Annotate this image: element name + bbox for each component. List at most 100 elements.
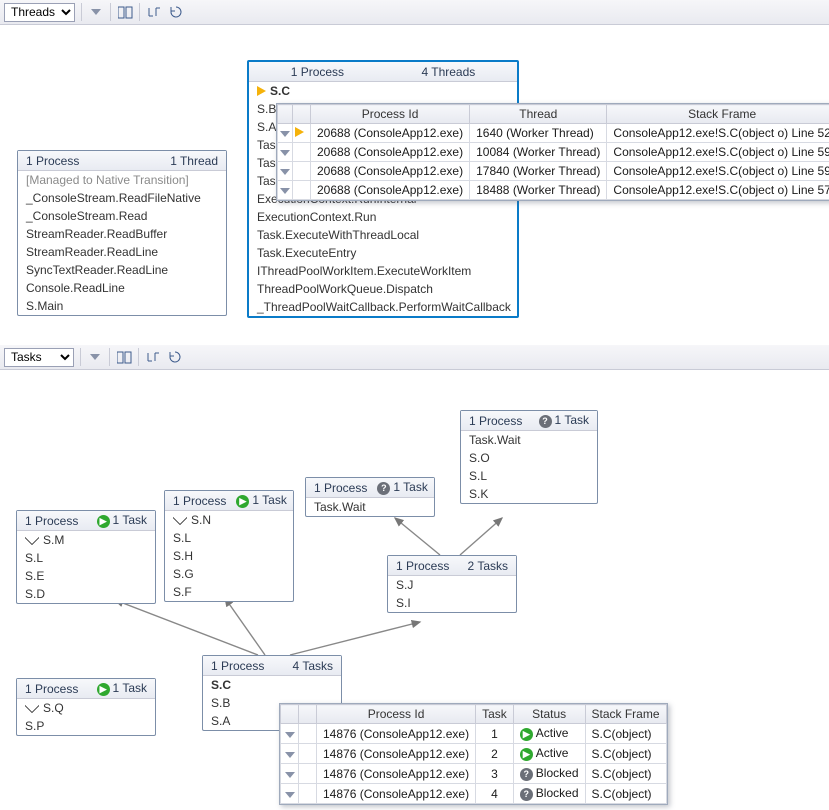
stack-box-main-thread[interactable]: 1 Process 1 Thread [Managed to Native Tr… xyxy=(17,150,227,316)
tasks-grid[interactable]: Process Id Task Status Stack Frame 14876… xyxy=(279,703,668,805)
view-mode-select[interactable]: Tasks xyxy=(4,348,74,367)
col-task[interactable]: Task xyxy=(476,705,514,724)
stack-frame-row[interactable]: _ThreadPoolWaitCallback.PerformWaitCallb… xyxy=(249,298,517,316)
cell-stack-frame: S.C(object) xyxy=(585,764,666,784)
table-row[interactable]: 14876 (ConsoleApp12.exe)2▶ActiveS.C(obje… xyxy=(281,744,667,764)
stack-frame-row[interactable]: S.L xyxy=(461,467,597,485)
filter-icon[interactable] xyxy=(280,188,290,194)
col-process-id[interactable]: Process Id xyxy=(317,705,476,724)
table-row[interactable]: 20688 (ConsoleApp12.exe)17840 (Worker Th… xyxy=(278,162,829,181)
stack-frame-row[interactable]: S.Q xyxy=(17,699,155,717)
toggle-columns-icon[interactable] xyxy=(117,4,133,20)
stack-frame-row[interactable]: S.F xyxy=(165,583,293,601)
col-stack-frame[interactable]: Stack Frame xyxy=(607,105,829,124)
status-blocked-icon: ? xyxy=(520,788,533,801)
cell-status: ?Blocked xyxy=(513,764,585,784)
stack-frame-row[interactable]: S.Main xyxy=(18,297,226,315)
stack-frame-row[interactable]: S.D xyxy=(17,585,155,603)
stack-frame-row[interactable]: S.E xyxy=(17,567,155,585)
task-box-7[interactable]: 1 Process▶1 TaskS.QS.P xyxy=(16,678,156,736)
cell-process-id: 20688 (ConsoleApp12.exe) xyxy=(311,143,470,162)
task-box-3[interactable]: 1 Process?1 TaskTask.Wait xyxy=(305,477,435,517)
expand-icon[interactable] xyxy=(146,4,162,20)
thread-count-label: 1 Thread xyxy=(170,154,218,168)
cell-process-id: 20688 (ConsoleApp12.exe) xyxy=(311,124,470,143)
proc-label: 1 Process xyxy=(469,414,522,428)
stack-frame-row[interactable]: [Managed to Native Transition] xyxy=(18,171,226,189)
stack-frame-row[interactable]: S.H xyxy=(165,547,293,565)
table-row[interactable]: 14876 (ConsoleApp12.exe)1▶ActiveS.C(obje… xyxy=(281,724,667,744)
stack-frame-row[interactable]: Console.ReadLine xyxy=(18,279,226,297)
view-mode-select[interactable]: Threads xyxy=(4,3,75,22)
col-process-id[interactable]: Process Id xyxy=(311,105,470,124)
threads-canvas: 1 Process 1 Thread [Managed to Native Tr… xyxy=(0,25,829,345)
table-row[interactable]: 14876 (ConsoleApp12.exe)3?BlockedS.C(obj… xyxy=(281,764,667,784)
task-count-label: ?1 Task xyxy=(539,413,589,428)
task-box-5[interactable]: 1 Process2 TasksS.JS.I xyxy=(387,555,517,613)
col-thread[interactable]: Thread xyxy=(470,105,607,124)
stack-frame-row[interactable]: ThreadPoolWorkQueue.Dispatch xyxy=(249,280,517,298)
task-count-label: ?1 Task xyxy=(377,480,427,495)
stack-frame-row[interactable]: SyncTextReader.ReadLine xyxy=(18,261,226,279)
stack-frame-row[interactable]: S.L xyxy=(17,549,155,567)
stack-frame-row[interactable]: IThreadPoolWorkItem.ExecuteWorkItem xyxy=(249,262,517,280)
task-box-2[interactable]: 1 Process ▶1 Task S.NS.LS.HS.GS.F xyxy=(164,490,294,602)
stack-frame-row[interactable]: _ConsoleStream.ReadFileNative xyxy=(18,189,226,207)
async-icon xyxy=(25,535,39,545)
stack-frame-row[interactable]: Task.Wait xyxy=(306,498,434,516)
task-box-4[interactable]: 1 Process ?1 Task Task.WaitS.OS.LS.K xyxy=(460,410,598,504)
stack-frame-row[interactable]: S.C xyxy=(203,676,341,694)
stack-frame-row[interactable]: S.C xyxy=(249,82,517,100)
stack-frame-row[interactable]: _ConsoleStream.Read xyxy=(18,207,226,225)
cell-thread: 18488 (Worker Thread) xyxy=(470,181,607,200)
proc-label: 1 Process xyxy=(173,494,226,508)
expand-icon[interactable] xyxy=(145,349,161,365)
cell-stack-frame: S.C(object) xyxy=(585,724,666,744)
filter-icon[interactable] xyxy=(285,772,295,778)
filter-icon[interactable] xyxy=(280,150,290,156)
stack-frame-row[interactable]: S.I xyxy=(388,594,516,612)
cell-task: 4 xyxy=(476,784,514,804)
stack-frame-row[interactable]: Task.ExecuteEntry xyxy=(249,244,517,262)
toolbar-separator xyxy=(81,3,82,21)
col-stack-frame[interactable]: Stack Frame xyxy=(585,705,666,724)
stack-frame-row[interactable]: S.M xyxy=(17,531,155,549)
cell-process-id: 20688 (ConsoleApp12.exe) xyxy=(311,181,470,200)
refresh-icon[interactable] xyxy=(167,349,183,365)
toggle-columns-icon[interactable] xyxy=(116,349,132,365)
tasks-canvas: 1 Process▶1 TaskS.MS.LS.ES.D 1 Process▶1… xyxy=(0,370,829,810)
filter-icon[interactable] xyxy=(285,732,295,738)
cell-thread: 10084 (Worker Thread) xyxy=(470,143,607,162)
table-row[interactable]: 14876 (ConsoleApp12.exe)4?BlockedS.C(obj… xyxy=(281,784,667,804)
refresh-icon[interactable] xyxy=(168,4,184,20)
stack-frame-row[interactable]: S.J xyxy=(388,576,516,594)
task-box-1[interactable]: 1 Process▶1 TaskS.MS.LS.ES.D xyxy=(16,510,156,604)
stack-frame-row[interactable]: S.N xyxy=(165,511,293,529)
table-row[interactable]: 20688 (ConsoleApp12.exe)10084 (Worker Th… xyxy=(278,143,829,162)
stack-frame-row[interactable]: StreamReader.ReadLine xyxy=(18,243,226,261)
task-count-label: 2 Tasks xyxy=(468,559,508,573)
table-row[interactable]: 20688 (ConsoleApp12.exe)1640 (Worker Thr… xyxy=(278,124,829,143)
filter-icon[interactable] xyxy=(285,752,295,758)
stack-frame-row[interactable]: Task.Wait xyxy=(461,431,597,449)
stack-frame-row[interactable]: S.L xyxy=(165,529,293,547)
filter-icon[interactable] xyxy=(285,792,295,798)
stack-frame-row[interactable]: ExecutionContext.Run xyxy=(249,208,517,226)
col-status[interactable]: Status xyxy=(513,705,585,724)
stack-frame-row[interactable]: S.P xyxy=(17,717,155,735)
filter-icon[interactable] xyxy=(88,4,104,20)
cell-status: ▶Active xyxy=(513,744,585,764)
stack-frame-row[interactable]: S.G xyxy=(165,565,293,583)
cell-status: ▶Active xyxy=(513,724,585,744)
task-count-label: ▶1 Task xyxy=(236,493,286,508)
table-row[interactable]: 20688 (ConsoleApp12.exe)18488 (Worker Th… xyxy=(278,181,829,200)
filter-icon[interactable] xyxy=(280,169,290,175)
toolbar-separator xyxy=(110,3,111,21)
stack-frame-row[interactable]: Task.ExecuteWithThreadLocal xyxy=(249,226,517,244)
threads-grid[interactable]: Process Id Thread Stack Frame 20688 (Con… xyxy=(276,103,829,201)
stack-frame-row[interactable]: S.O xyxy=(461,449,597,467)
stack-frame-row[interactable]: StreamReader.ReadBuffer xyxy=(18,225,226,243)
stack-frame-row[interactable]: S.K xyxy=(461,485,597,503)
filter-icon[interactable] xyxy=(87,349,103,365)
filter-icon[interactable] xyxy=(280,131,290,137)
